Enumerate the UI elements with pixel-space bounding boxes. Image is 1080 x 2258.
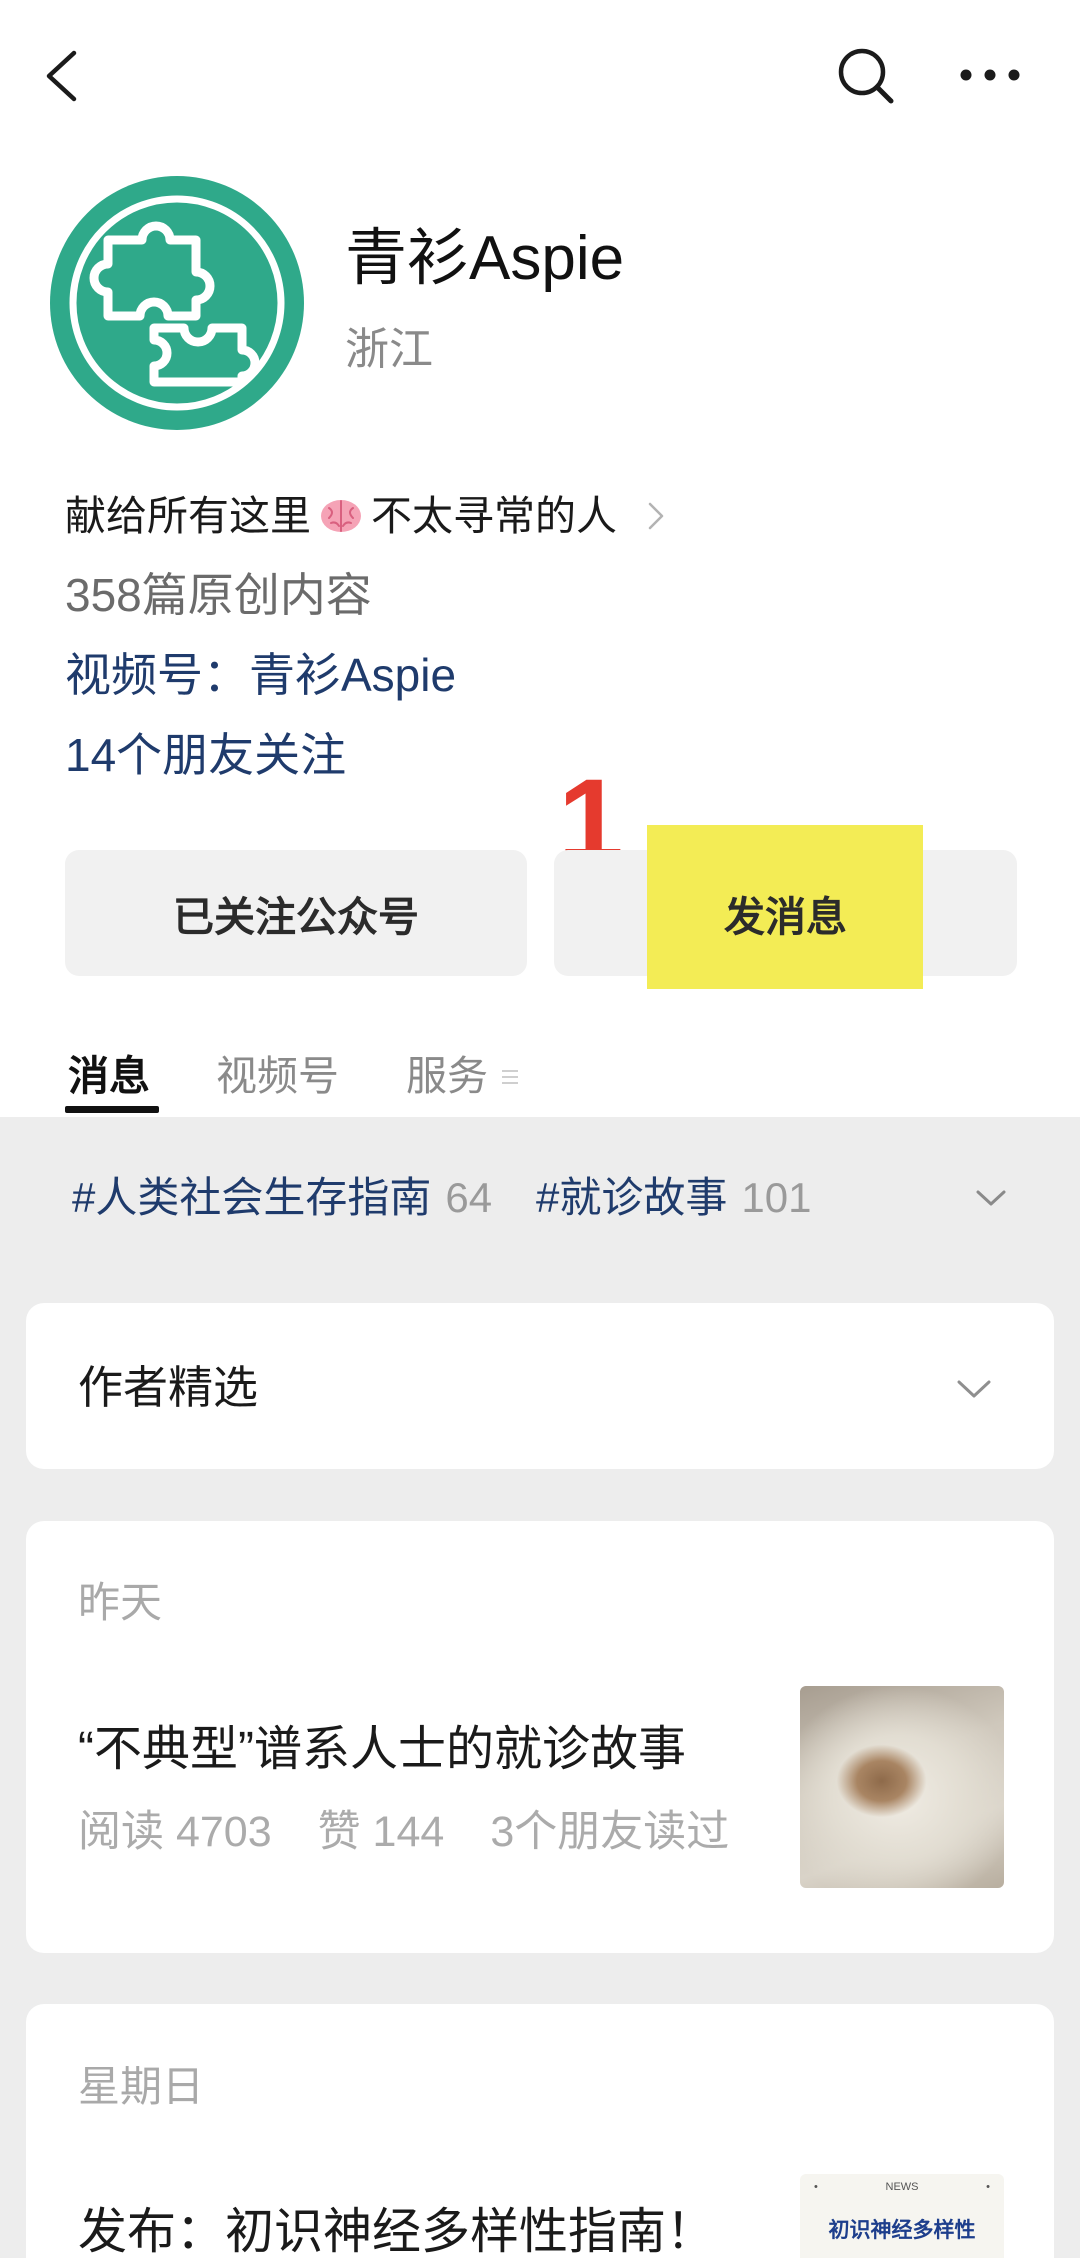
author-picks-label: 作者精选 bbox=[78, 1362, 259, 1413]
article-card[interactable]: 星期日 发布：初识神经多样性指南！ • NEWS • 初识神经多样性 bbox=[26, 2004, 1054, 2258]
thumbnail-title: 初识神经多样性 bbox=[828, 2219, 976, 2242]
send-message-label: 发消息 bbox=[724, 894, 847, 940]
search-icon[interactable] bbox=[836, 46, 896, 106]
video-channel-link[interactable]: 视频号：青衫Aspie bbox=[65, 652, 456, 698]
friends-following-link[interactable]: 14个朋友关注 bbox=[65, 732, 346, 778]
bio-text-prefix: 献给所有这里 bbox=[65, 493, 311, 539]
hashtag-name: #人类社会生存指南 bbox=[72, 1174, 432, 1221]
original-content-count[interactable]: 358篇原创内容 bbox=[65, 572, 372, 618]
bio-text-suffix: 不太寻常的人 bbox=[371, 493, 617, 539]
following-status-button[interactable]: 已关注公众号 bbox=[65, 850, 527, 976]
article-like-count: 赞 144 bbox=[317, 1808, 445, 1856]
article-title[interactable]: 发布：初识神经多样性指南！ bbox=[78, 2208, 715, 2257]
article-thumbnail[interactable] bbox=[800, 1686, 1004, 1888]
puzzle-logo-icon[interactable] bbox=[50, 176, 304, 430]
article-card[interactable]: 昨天 “不典型”谱系人士的就诊故事 阅读 4703 赞 144 3个朋友读过 bbox=[26, 1521, 1054, 1953]
account-name: 青衫Aspie bbox=[345, 224, 625, 293]
account-bio[interactable]: 献给所有这里 不太寻常的人 bbox=[65, 495, 665, 537]
hashtag-count: 101 bbox=[741, 1174, 812, 1221]
account-location: 浙江 bbox=[345, 325, 433, 374]
thumbnail-badge: NEWS bbox=[885, 2181, 919, 2193]
chevron-right-icon bbox=[647, 501, 665, 531]
official-account-profile-screen: 青衫Aspie 浙江 献给所有这里 不太寻常的人 358篇原创内容 视频号：青衫… bbox=[0, 0, 1080, 2258]
following-status-label: 已关注公众号 bbox=[173, 894, 419, 940]
send-message-button[interactable]: 发消息 bbox=[554, 825, 1017, 989]
tab-video-channel[interactable]: 视频号 bbox=[216, 1056, 339, 1097]
hashtag-chip[interactable]: #人类社会生存指南 64 bbox=[72, 1177, 492, 1219]
menu-icon[interactable] bbox=[500, 1067, 520, 1087]
article-date: 昨天 bbox=[78, 1579, 163, 1626]
article-friends-read: 3个朋友读过 bbox=[490, 1808, 730, 1856]
dot-icon: • bbox=[814, 2181, 818, 2193]
hashtag-count: 64 bbox=[445, 1174, 493, 1221]
hashtag-name: #就诊故事 bbox=[536, 1174, 728, 1221]
tab-messages[interactable]: 消息 bbox=[68, 1056, 150, 1097]
article-stats: 阅读 4703 赞 144 3个朋友读过 bbox=[78, 1811, 729, 1854]
dot-icon: • bbox=[986, 2181, 990, 2193]
tab-services[interactable]: 服务 bbox=[406, 1056, 488, 1097]
chevron-down-icon[interactable] bbox=[956, 1379, 992, 1399]
author-picks-card[interactable]: 作者精选 bbox=[26, 1303, 1054, 1469]
more-dots-icon[interactable] bbox=[958, 66, 1022, 84]
brain-icon bbox=[311, 496, 371, 536]
hashtag-chip[interactable]: #就诊故事 101 bbox=[536, 1177, 811, 1219]
article-read-count: 阅读 4703 bbox=[78, 1808, 272, 1856]
article-thumbnail[interactable]: • NEWS • 初识神经多样性 bbox=[800, 2174, 1004, 2258]
tab-active-indicator bbox=[65, 1106, 159, 1113]
chevron-left-icon[interactable] bbox=[44, 50, 80, 102]
article-title[interactable]: “不典型”谱系人士的就诊故事 bbox=[78, 1726, 686, 1774]
article-date: 星期日 bbox=[78, 2063, 205, 2110]
thumbnail-badge-row: • NEWS • bbox=[800, 2180, 1004, 2194]
chevron-down-icon[interactable] bbox=[975, 1189, 1007, 1207]
